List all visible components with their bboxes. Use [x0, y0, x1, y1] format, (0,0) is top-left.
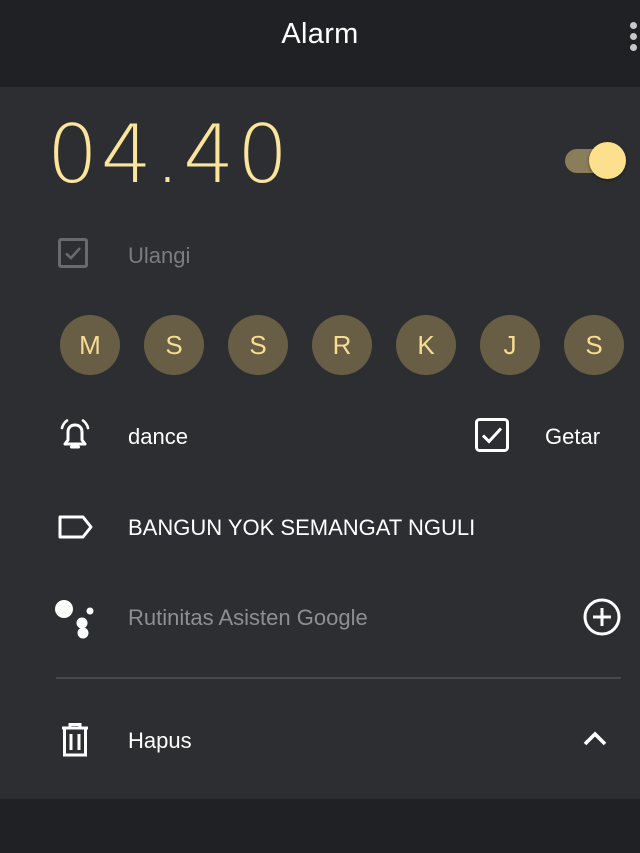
day-chip-sunday[interactable]: S — [564, 315, 624, 375]
day-chip-wednesday[interactable]: S — [228, 315, 288, 375]
assistant-routine-label: Rutinitas Asisten Google — [128, 605, 368, 630]
vibrate-label: Getar — [545, 424, 601, 449]
add-circle-icon[interactable] — [582, 597, 622, 637]
google-assistant-icon — [55, 597, 95, 639]
day-chip-thursday[interactable]: R — [312, 315, 372, 375]
repeat-checkbox[interactable] — [58, 238, 88, 268]
chevron-up-icon[interactable] — [580, 723, 610, 753]
weekday-selector: M S S R K J S — [60, 315, 640, 377]
vibrate-checkbox[interactable] — [474, 417, 510, 453]
assistant-routine-row[interactable]: Rutinitas Asisten Google — [0, 592, 640, 642]
trash-icon[interactable] — [55, 720, 95, 760]
top-app-bar: Alarm — [0, 0, 640, 87]
section-divider — [56, 677, 621, 679]
repeat-label: Ulangi — [128, 243, 191, 268]
alarm-label-text: BANGUN YOK SEMANGAT NGULI — [128, 515, 476, 540]
alarm-bell-icon[interactable] — [55, 416, 95, 456]
ringtone-label[interactable]: dance — [128, 424, 188, 450]
repeat-row[interactable]: Ulangi — [56, 236, 356, 276]
alarm-app: Alarm 04.40 Ulangi M S S R K J S dance G… — [0, 0, 640, 853]
delete-label[interactable]: Hapus — [128, 728, 192, 754]
more-vert-icon[interactable] — [626, 22, 640, 52]
alarm-enabled-switch[interactable] — [565, 141, 627, 181]
label-tag-icon — [55, 507, 95, 547]
day-chip-monday[interactable]: M — [60, 315, 120, 375]
alarm-label-row[interactable]: BANGUN YOK SEMANGAT NGULI — [0, 502, 640, 552]
switch-thumb — [589, 142, 626, 179]
checkbox-checked-icon — [65, 247, 81, 260]
day-chip-saturday[interactable]: J — [480, 315, 540, 375]
day-chip-friday[interactable]: K — [396, 315, 456, 375]
ringtone-row: dance Getar — [0, 411, 640, 461]
checkbox-checked-icon — [475, 418, 509, 452]
alarm-time[interactable]: 04.40 — [47, 115, 291, 195]
page-title: Alarm — [281, 18, 359, 50]
day-chip-tuesday[interactable]: S — [144, 315, 204, 375]
bottom-background — [0, 799, 640, 853]
delete-row[interactable]: Hapus — [0, 715, 640, 765]
